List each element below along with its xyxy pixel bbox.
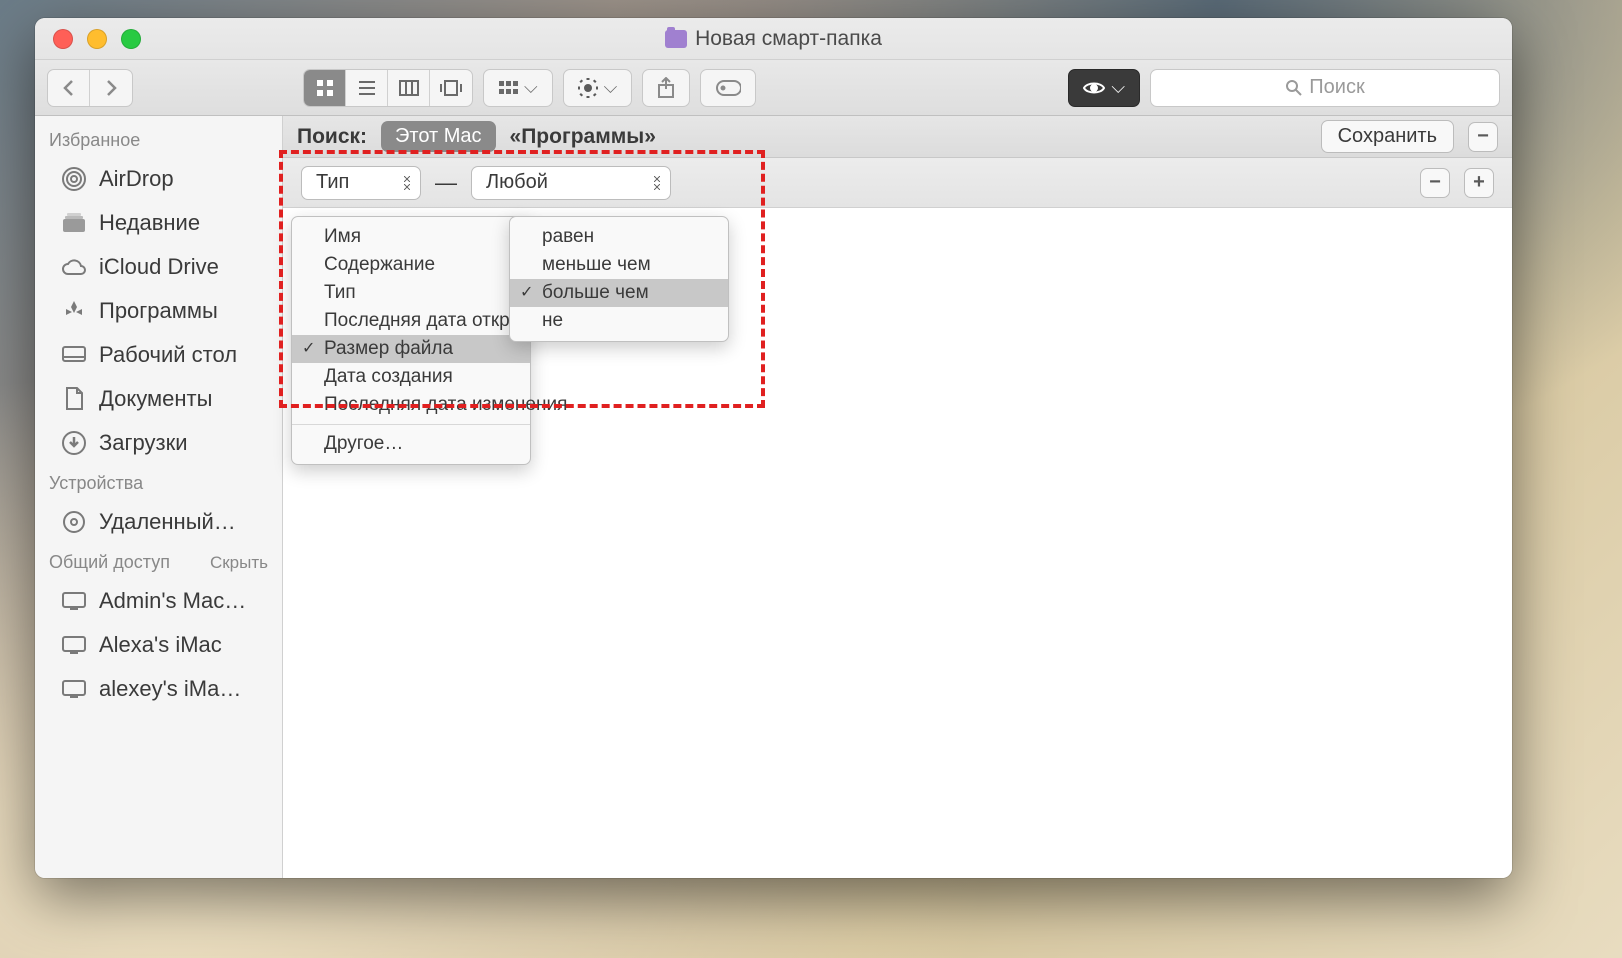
menu-item-created[interactable]: Дата создания xyxy=(292,363,530,391)
preview-toggle[interactable]: ⌵ xyxy=(1068,69,1140,107)
sidebar-item-label: alexey's iMa… xyxy=(99,676,241,702)
arrange-button[interactable]: ⌵ xyxy=(483,69,553,107)
minimize-button[interactable] xyxy=(87,29,107,49)
sidebar-header-devices: Устройства xyxy=(35,465,282,500)
back-button[interactable] xyxy=(48,70,90,106)
sidebar-item-label: Документы xyxy=(99,386,212,412)
sidebar-item-documents[interactable]: Документы xyxy=(35,377,282,421)
sidebar-item-recents[interactable]: Недавние xyxy=(35,201,282,245)
sidebar-item-label: AirDrop xyxy=(99,166,174,192)
traffic-lights xyxy=(35,29,141,49)
search-scope-bar: Поиск: Этот Mac «Программы» Сохранить − xyxy=(283,116,1512,158)
airdrop-icon xyxy=(61,166,87,192)
nav-group xyxy=(47,69,133,107)
column-view-button[interactable] xyxy=(388,70,430,106)
sidebar-item-label: Рабочий стол xyxy=(99,342,237,368)
titlebar: Новая смарт-папка xyxy=(35,18,1512,60)
sidebar-item-label: Alexa's iMac xyxy=(99,632,222,658)
forward-button[interactable] xyxy=(90,70,132,106)
list-view-button[interactable] xyxy=(346,70,388,106)
main-content: Поиск: Этот Mac «Программы» Сохранить − … xyxy=(283,116,1512,878)
scope-this-mac[interactable]: Этот Mac xyxy=(381,121,496,152)
icon-view-button[interactable] xyxy=(304,70,346,106)
search-placeholder: Поиск xyxy=(1309,76,1364,99)
apps-icon xyxy=(61,298,87,324)
criteria-remove-button[interactable]: − xyxy=(1420,168,1450,198)
menu-item-content[interactable]: Содержание xyxy=(292,251,530,279)
action-button[interactable]: ⌵ xyxy=(563,69,633,107)
sidebar-item-downloads[interactable]: Загрузки xyxy=(35,421,282,465)
disc-icon xyxy=(61,509,87,535)
menu-item-other[interactable]: Другое… xyxy=(292,430,530,458)
toolbar: ⌵ ⌵ ⌵ Поиск xyxy=(35,60,1512,116)
menu-item-greater-than[interactable]: больше чем xyxy=(510,279,728,307)
menu-item-less-than[interactable]: меньше чем xyxy=(510,251,728,279)
scope-programs[interactable]: «Программы» xyxy=(510,125,656,149)
sidebar-item-desktop[interactable]: Рабочий стол xyxy=(35,333,282,377)
sidebar-item-label: Недавние xyxy=(99,210,200,236)
computer-icon xyxy=(61,676,87,702)
computer-icon xyxy=(61,632,87,658)
search-field[interactable]: Поиск xyxy=(1150,69,1500,107)
sidebar-item-remote-disc[interactable]: Удаленный… xyxy=(35,500,282,544)
tags-button[interactable] xyxy=(700,69,756,107)
criteria-separator: — xyxy=(435,170,457,196)
attribute-context-menu: Имя Содержание Тип Последняя дата открыт… xyxy=(291,216,531,465)
menu-item-modified[interactable]: Последняя дата изменения xyxy=(292,391,530,419)
sidebar-hide-button[interactable]: Скрыть xyxy=(210,553,268,573)
sidebar-item-airdrop[interactable]: AirDrop xyxy=(35,157,282,201)
menu-separator xyxy=(292,424,530,425)
sidebar: Избранное AirDrop Недавние iCloud Drive … xyxy=(35,116,283,878)
cloud-icon xyxy=(61,254,87,280)
share-button[interactable] xyxy=(642,69,690,107)
sidebar-item-label: Удаленный… xyxy=(99,509,236,535)
remove-criteria-button[interactable]: − xyxy=(1468,122,1498,152)
menu-item-type[interactable]: Тип xyxy=(292,279,530,307)
computer-icon xyxy=(61,588,87,614)
finder-window: Новая смарт-папка xyxy=(35,18,1512,878)
sidebar-item-label: Загрузки xyxy=(99,430,188,456)
desktop-icon xyxy=(61,342,87,368)
downloads-icon xyxy=(61,430,87,456)
sidebar-item-label: iCloud Drive xyxy=(99,254,219,280)
sidebar-header-shared: Общий доступ Скрыть xyxy=(35,544,282,579)
save-button[interactable]: Сохранить xyxy=(1321,120,1454,153)
sidebar-item-shared-computer[interactable]: alexey's iMa… xyxy=(35,667,282,711)
window-title-text: Новая смарт-папка xyxy=(695,27,882,51)
menu-item-last-opened[interactable]: Последняя дата открытия xyxy=(292,307,530,335)
sidebar-item-applications[interactable]: Программы xyxy=(35,289,282,333)
sidebar-header-favorites: Избранное xyxy=(35,122,282,157)
scope-label: Поиск: xyxy=(297,125,367,149)
menu-item-equals[interactable]: равен xyxy=(510,223,728,251)
zoom-button[interactable] xyxy=(121,29,141,49)
criteria-row: Тип — Любой − + xyxy=(283,158,1512,208)
sidebar-item-label: Admin's Mac… xyxy=(99,588,246,614)
smart-folder-icon xyxy=(665,30,687,48)
window-title: Новая смарт-папка xyxy=(35,27,1512,51)
menu-item-name[interactable]: Имя xyxy=(292,223,530,251)
documents-icon xyxy=(61,386,87,412)
sidebar-item-shared-computer[interactable]: Alexa's iMac xyxy=(35,623,282,667)
criteria-attribute-dropdown[interactable]: Тип xyxy=(301,166,421,200)
criteria-value-dropdown[interactable]: Любой xyxy=(471,166,671,200)
menu-item-not[interactable]: не xyxy=(510,307,728,335)
sidebar-item-label: Программы xyxy=(99,298,218,324)
criteria-add-button[interactable]: + xyxy=(1464,168,1494,198)
sidebar-item-shared-computer[interactable]: Admin's Mac… xyxy=(35,579,282,623)
menu-item-file-size[interactable]: Размер файла xyxy=(292,335,530,363)
recents-icon xyxy=(61,210,87,236)
view-group xyxy=(303,69,473,107)
comparator-context-menu: равен меньше чем больше чем не xyxy=(509,216,729,342)
gallery-view-button[interactable] xyxy=(430,70,472,106)
close-button[interactable] xyxy=(53,29,73,49)
sidebar-item-icloud[interactable]: iCloud Drive xyxy=(35,245,282,289)
